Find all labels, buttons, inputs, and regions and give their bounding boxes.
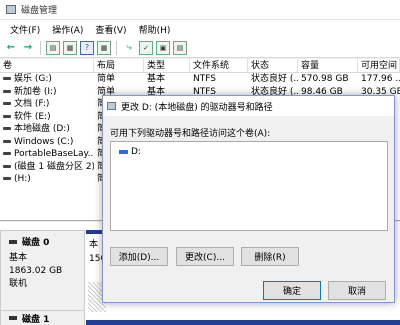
volume-list-header: 卷 布局 类型 文件系统 状态 容量 可用空间: [0, 59, 400, 73]
cell-volume: PortableBaseLay...: [0, 148, 94, 161]
cell-text: (磁盘 1 磁盘分区 2): [14, 161, 94, 172]
cell-status: 状态良好 (...: [248, 73, 298, 86]
menu-action[interactable]: 操作(A): [46, 23, 89, 36]
cell-text: 简单: [97, 74, 116, 84]
cell-volume: Windows (C:): [0, 136, 94, 149]
disk-management-icon: [6, 5, 16, 14]
disk-icon[interactable]: ▣: [156, 40, 170, 55]
cell-text: 娱乐 (G:): [14, 74, 52, 84]
volume-icon: [3, 164, 11, 168]
cell-text: (H:): [14, 174, 31, 184]
col-layout[interactable]: 布局: [94, 59, 144, 72]
volume-icon: [3, 89, 11, 93]
col-capacity[interactable]: 容量: [298, 59, 358, 72]
drive-path-list[interactable]: D:: [110, 141, 388, 231]
table-row[interactable]: 娱乐 (G:) 简单 基本 NTFS 状态良好 (... 570.98 GB 177.96 …: [0, 73, 400, 86]
cell-text: NTFS: [193, 74, 216, 84]
dialog-title: 更改 D: (本地磁盘) 的驱动器号和路径: [121, 102, 273, 113]
disk0-size: 1863.02 GB: [9, 266, 63, 276]
menu-help[interactable]: 帮助(H): [133, 23, 177, 36]
window-titlebar: 磁盘管理: [0, 0, 400, 20]
cell-text: 新加卷 (I:): [14, 86, 57, 97]
cell-volume: 软件 (E:): [0, 111, 94, 124]
volume-icon: [3, 177, 11, 180]
cell-filesystem: NTFS: [190, 73, 248, 86]
cell-volume: 文档 (F:): [0, 98, 94, 111]
change-button[interactable]: 更改(C)...: [176, 247, 234, 266]
cell-text: PortableBaseLay...: [14, 149, 94, 159]
disk0-name: 磁盘 0: [22, 238, 50, 248]
volume-icon: [3, 102, 11, 105]
cell-text: 状态良好 (...: [251, 74, 298, 84]
check-icon[interactable]: ✓: [139, 40, 153, 55]
volume-icon: [3, 77, 11, 80]
cell-text: 177.96 ...: [361, 74, 400, 84]
window-title: 磁盘管理: [21, 6, 58, 16]
help-icon[interactable]: ?: [80, 40, 94, 55]
dialog-icon: [107, 102, 116, 110]
remove-button[interactable]: 删除(R): [241, 247, 299, 266]
disk-icon: [9, 316, 17, 320]
volume-icon: [3, 127, 11, 130]
cancel-button[interactable]: 取消: [328, 281, 386, 300]
ok-button[interactable]: 确定: [263, 281, 321, 300]
volume-icon: [3, 152, 11, 155]
disk1-name: 磁盘 1: [22, 314, 50, 325]
col-status[interactable]: 状态: [248, 59, 298, 72]
cell-volume: (磁盘 1 磁盘分区 2): [0, 161, 94, 174]
menu-bar: 文件(F) 操作(A) 查看(V) 帮助(H): [0, 20, 400, 38]
disk1-partition-bar[interactable]: [86, 320, 400, 325]
cell-text: 基本: [147, 74, 166, 84]
disk0-status: 联机: [9, 279, 28, 289]
col-type[interactable]: 类型: [144, 59, 190, 72]
cell-text: 570.98 GB: [301, 74, 349, 84]
disk0-type: 基本: [9, 253, 28, 263]
cell-text: 文档 (F:): [14, 99, 50, 109]
cell-free-space: 177.96 ...: [358, 73, 400, 86]
cell-volume: (H:): [0, 173, 94, 186]
cell-volume: 本地磁盘 (D:): [0, 123, 94, 136]
grid-icon[interactable]: ▦: [97, 40, 111, 55]
cell-volume: 新加卷 (I:): [0, 86, 94, 99]
change-drive-letter-dialog: 更改 D: (本地磁盘) 的驱动器号和路径 可用下列驱动器号和路径访问这个卷(A…: [102, 95, 395, 303]
properties-icon[interactable]: ▤: [46, 40, 60, 55]
dialog-label: 可用下列驱动器号和路径访问这个卷(A):: [110, 129, 271, 139]
cell-text: Windows (C:): [14, 136, 74, 147]
disk1-info[interactable]: 磁盘 1: [0, 310, 85, 325]
settings-icon[interactable]: ▤: [173, 40, 187, 55]
col-free-space[interactable]: 可用空间: [358, 59, 400, 72]
menu-file[interactable]: 文件(F): [4, 23, 46, 36]
cell-text: 本地磁盘 (D:): [14, 124, 70, 134]
dialog-titlebar: 更改 D: (本地磁盘) 的驱动器号和路径: [103, 96, 394, 116]
cell-volume: 娱乐 (G:): [0, 73, 94, 86]
add-button[interactable]: 添加(D)...: [110, 247, 168, 266]
toolbar: ← → ▤ ▦ ? ▦ ⤷ ✓ ▣ ▤: [0, 38, 400, 58]
disk-icon: [9, 239, 17, 244]
disk0-info[interactable]: 磁盘 0 基本 1863.02 GB 联机: [0, 230, 85, 318]
drive-path-text: D:: [131, 147, 141, 157]
cell-type: 基本: [144, 73, 190, 86]
disk0-title: 磁盘 0: [9, 235, 84, 248]
toolbar-divider: [116, 40, 117, 55]
cell-layout: 简单: [94, 73, 144, 86]
cell-capacity: 570.98 GB: [298, 73, 358, 86]
cell-text: 软件 (E:): [14, 111, 51, 122]
col-filesystem[interactable]: 文件系统: [190, 59, 248, 72]
volume-icon: [3, 114, 11, 118]
toolbar-divider: [40, 40, 41, 55]
forward-arrow-icon[interactable]: →: [21, 41, 35, 55]
refresh-icon[interactable]: ▦: [63, 40, 77, 55]
drive-path-item[interactable]: D:: [119, 147, 141, 157]
back-arrow-icon[interactable]: ←: [4, 41, 18, 55]
drive-icon: [119, 150, 128, 154]
volume-icon: [3, 139, 11, 143]
col-volume[interactable]: 卷: [0, 59, 94, 72]
menu-view[interactable]: 查看(V): [89, 23, 132, 36]
wand-icon[interactable]: ⤷: [122, 41, 136, 55]
